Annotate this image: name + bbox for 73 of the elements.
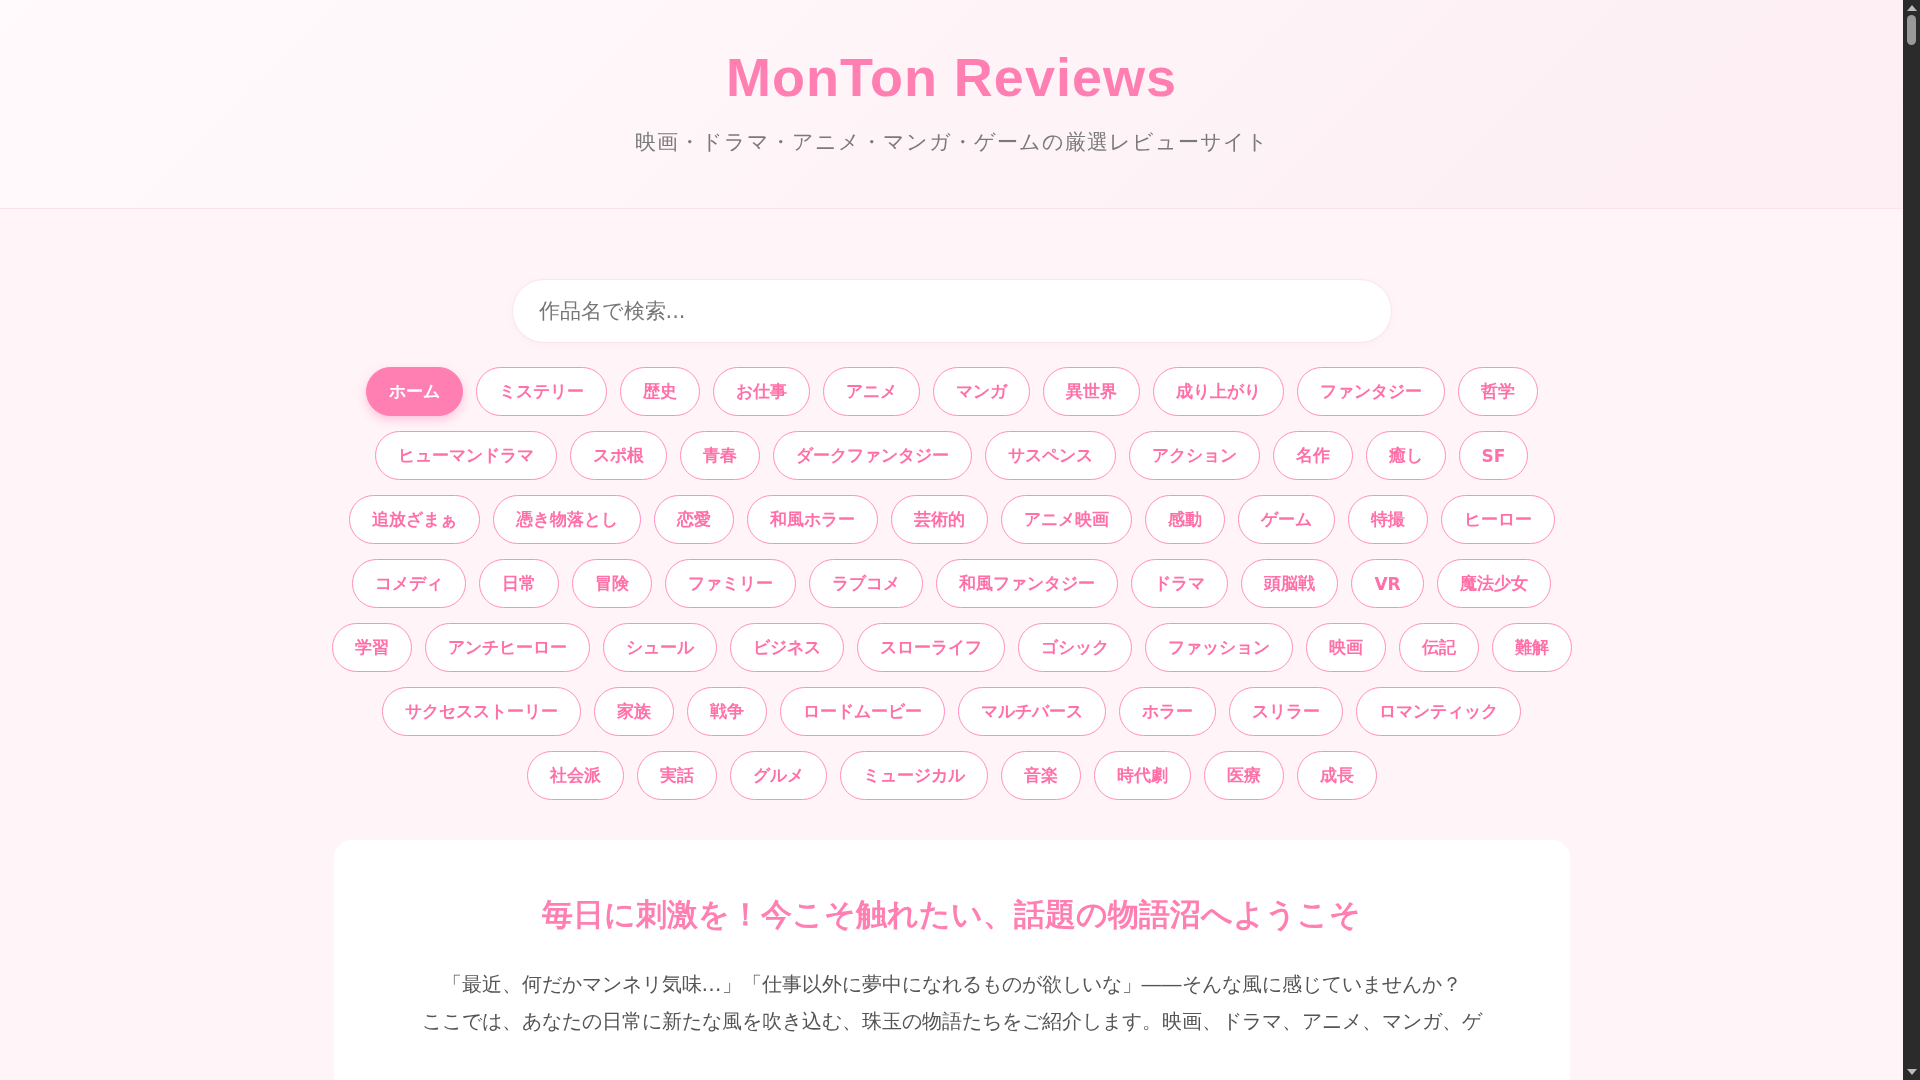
genre-tag[interactable]: 歴史 [619,367,700,416]
genre-tag[interactable]: アニメ [822,367,920,416]
genre-tag[interactable]: シュール [602,623,717,672]
genre-tag[interactable]: アンチヒーロー [424,623,590,672]
genre-tag[interactable]: ホーム [365,367,463,416]
genre-tag[interactable]: 社会派 [526,751,624,800]
genre-tag[interactable]: お仕事 [712,367,810,416]
genre-tag[interactable]: 芸術的 [890,495,988,544]
genre-tag[interactable]: ファンタジー [1296,367,1445,416]
genre-tag[interactable]: ファミリー [665,559,797,608]
genre-tag[interactable]: 音楽 [1000,751,1081,800]
genre-tag[interactable]: 和風ホラー [746,495,878,544]
genre-tag[interactable]: スポ根 [569,431,667,480]
genre-tag[interactable]: 感動 [1144,495,1225,544]
genre-tag[interactable]: スリラー [1229,687,1343,736]
genre-tag[interactable]: ヒーロー [1440,495,1555,544]
genre-tag[interactable]: 青春 [679,431,760,480]
genre-tag[interactable]: アクション [1128,431,1260,480]
genre-tag[interactable]: 頭脳戦 [1241,559,1339,608]
scrollbar[interactable] [1903,0,1920,1080]
genre-tag[interactable]: 日常 [479,559,560,608]
genre-tag[interactable]: ラブコメ [809,559,924,608]
scroll-thumb[interactable] [1907,15,1916,45]
genre-tag[interactable]: ビジネス [729,623,844,672]
genre-tag[interactable]: ミステリー [475,367,607,416]
genre-tag[interactable]: 成長 [1296,751,1377,800]
genre-tag[interactable]: ロマンティック [1356,687,1521,736]
scroll-down-icon[interactable] [1906,1069,1917,1075]
genre-tag[interactable]: 戦争 [687,687,767,736]
genre-tag[interactable]: 難解 [1491,623,1572,672]
genre-tag[interactable]: 憑き物落とし [492,495,641,544]
genre-tag[interactable]: 特撮 [1347,495,1428,544]
genre-tag[interactable]: 学習 [331,623,412,672]
genre-tag[interactable]: ファッション [1144,623,1293,672]
genre-tag[interactable]: 実話 [636,751,717,800]
genre-tag[interactable]: ゴシック [1017,623,1132,672]
genre-tag[interactable]: ダークファンタジー [772,431,972,480]
genre-tag[interactable]: マルチバース [958,687,1106,736]
genre-tag[interactable]: 名作 [1272,431,1353,480]
genre-tag[interactable]: ミュージカル [839,751,988,800]
genre-tag[interactable]: 伝記 [1398,623,1479,672]
intro-heading: 毎日に刺激を！今こそ触れたい、話題の物語沼へようこそ [542,895,1361,934]
genre-tag[interactable]: サスペンス [984,431,1116,480]
genre-tag[interactable]: マンガ [932,367,1030,416]
search-field[interactable]: 作品名で検索... [511,279,1392,343]
genre-tag[interactable]: 哲学 [1457,367,1538,416]
genre-tag[interactable]: 映画 [1305,623,1386,672]
genre-tag[interactable]: グルメ [729,751,827,800]
genre-tag[interactable]: 異世界 [1042,367,1140,416]
genre-tag[interactable]: スローライフ [856,623,1005,672]
genre-tag[interactable]: 時代劇 [1093,751,1191,800]
genre-tag[interactable]: コメディ [352,559,467,608]
genre-tag[interactable]: 追放ざまぁ [348,495,480,544]
genre-tag[interactable]: 成り上がり [1152,367,1284,416]
genre-tag[interactable]: 和風ファンタジー [936,559,1119,608]
genre-tag[interactable]: アニメ映画 [1000,495,1132,544]
genre-tag[interactable]: ホラー [1119,687,1216,736]
genre-tag[interactable]: ドラマ [1131,559,1229,608]
site-subtitle: 映画・ドラマ・アニメ・マンガ・ゲームの厳選レビューサイト [634,129,1269,156]
genre-tag[interactable]: 冒険 [572,559,653,608]
genre-tag[interactable]: 癒し [1365,431,1446,480]
genre-tag[interactable]: VR [1351,559,1424,608]
intro-paragraph: 「最近、何だかマンネリ気味…」「仕事以外に夢中になれるものが欲しいな」――そんな風に感じていませんか？ ここでは、あなたの日常に新たな風を吹き込む、珠玉の物語たちをご紹介します。映画、ドラマ、アニメ、マンガ、ゲ [421,971,1482,1035]
genre-tag[interactable]: ヒューマンドラマ [374,431,557,480]
genre-tag[interactable]: 魔法少女 [1436,559,1551,608]
genre-tag[interactable]: 医療 [1203,751,1284,800]
genre-tag[interactable]: 恋愛 [653,495,734,544]
genre-tag[interactable]: SF [1458,431,1529,480]
genre-tag[interactable]: 家族 [594,687,674,736]
site-title[interactable]: MonTon Reviews [725,46,1177,108]
genre-tag[interactable]: ロードムービー [780,687,945,736]
genre-tag[interactable]: ゲーム [1237,495,1335,544]
genre-tag[interactable]: サクセスストーリー [382,687,581,736]
